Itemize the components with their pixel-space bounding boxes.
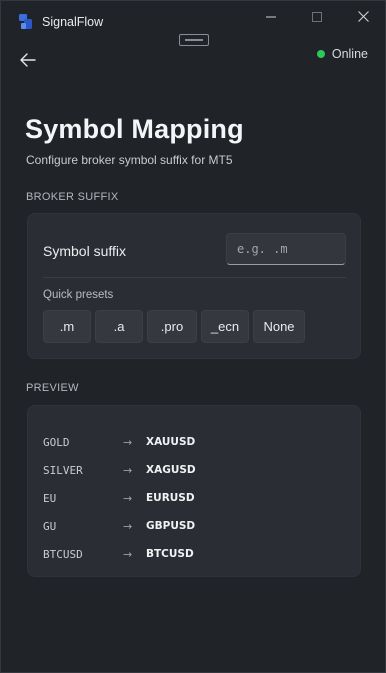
preview-section-label: PREVIEW	[26, 382, 79, 394]
back-button[interactable]	[15, 50, 41, 74]
preset-button-a[interactable]: .a	[95, 310, 143, 343]
preview-row: GOLD → XAUUSD	[43, 428, 343, 456]
card-divider	[43, 277, 346, 278]
preview-list: GOLD → XAUUSD SILVER → XAGUSD EU → EURUS…	[43, 428, 343, 568]
arrow-right-icon: →	[123, 491, 133, 505]
preview-row: BTCUSD → BTCUSD	[43, 540, 343, 568]
app-window: SignalFlow Online Symbol Mapping Configu…	[0, 0, 386, 673]
symbol-suffix-label: Symbol suffix	[43, 243, 126, 259]
preview-row: GU → GBPUSD	[43, 512, 343, 540]
mapped-symbol: XAGUSD	[146, 464, 196, 476]
app-logo-icon	[19, 14, 33, 30]
status-text: Online	[331, 47, 368, 61]
source-symbol: GOLD	[43, 435, 70, 449]
minimize-icon	[266, 9, 276, 27]
source-symbol: EU	[43, 491, 57, 505]
mapped-symbol: BTCUSD	[146, 548, 194, 560]
symbol-suffix-input[interactable]	[226, 233, 346, 265]
arrow-right-icon: →	[123, 435, 133, 449]
source-symbol: BTCUSD	[43, 547, 83, 561]
drag-handle[interactable]	[179, 34, 209, 46]
mapped-symbol: GBPUSD	[146, 520, 196, 532]
preset-button-pro[interactable]: .pro	[147, 310, 197, 343]
maximize-button[interactable]	[294, 5, 340, 31]
back-arrow-icon	[20, 52, 36, 72]
preset-button-none[interactable]: None	[253, 310, 305, 343]
maximize-icon	[312, 9, 322, 27]
source-symbol: SILVER	[43, 463, 83, 477]
status-dot-icon	[316, 50, 325, 58]
broker-suffix-card: Symbol suffix Quick presets .m .a .pro _…	[27, 213, 361, 359]
close-button[interactable]	[340, 5, 386, 31]
page-title: Symbol Mapping	[25, 114, 244, 144]
preview-row: EU → EURUSD	[43, 484, 343, 512]
arrow-right-icon: →	[123, 519, 133, 533]
mapped-symbol: XAUUSD	[146, 436, 196, 448]
quick-presets-label: Quick presets	[43, 289, 114, 301]
mapped-symbol: EURUSD	[146, 492, 195, 504]
app-title: SignalFlow	[42, 15, 104, 29]
close-icon	[357, 9, 369, 27]
preset-button-m[interactable]: .m	[43, 310, 91, 343]
minimize-button[interactable]	[248, 5, 294, 31]
page-subtitle: Configure broker symbol suffix for MT5	[26, 153, 233, 167]
preview-row: SILVER → XAGUSD	[43, 456, 343, 484]
preview-card: GOLD → XAUUSD SILVER → XAGUSD EU → EURUS…	[27, 405, 361, 577]
connection-status: Online	[316, 47, 368, 61]
source-symbol: GU	[43, 519, 57, 533]
preset-button-ecn[interactable]: _ecn	[201, 310, 249, 343]
quick-presets-group: .m .a .pro _ecn None	[43, 310, 305, 343]
arrow-right-icon: →	[123, 547, 133, 561]
arrow-right-icon: →	[123, 463, 133, 477]
broker-suffix-section-label: BROKER SUFFIX	[26, 191, 119, 203]
